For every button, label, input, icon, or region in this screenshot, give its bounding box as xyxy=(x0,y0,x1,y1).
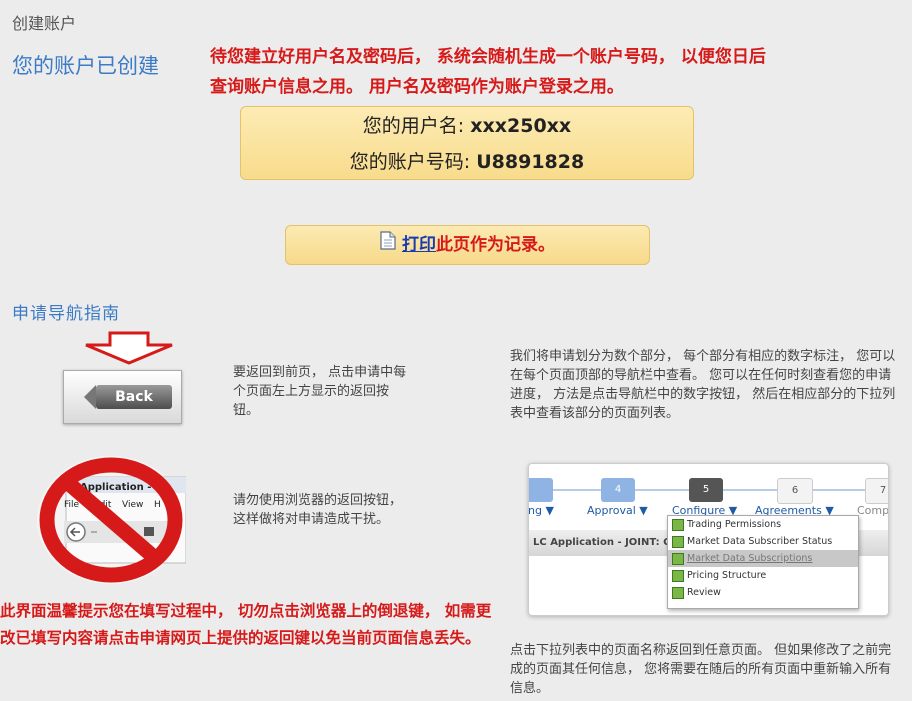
step-badge-3 xyxy=(529,478,553,502)
browser-menu-file: File xyxy=(64,500,80,510)
dropdown-item: Pricing Structure xyxy=(668,567,858,584)
back-button-sample: Back xyxy=(84,385,172,409)
page-icon xyxy=(672,518,684,531)
account-number-value: U8891828 xyxy=(476,151,585,173)
page-icon xyxy=(672,569,684,582)
step-badge-5: 5 xyxy=(689,478,723,502)
document-icon xyxy=(380,226,396,264)
dropdown-tip: 点击下拉列表中的页面名称返回到任意页面。 但如果修改了之前完成的页面其任何信息，… xyxy=(510,643,892,696)
dropdown-item: Trading Permissions xyxy=(668,516,858,533)
step-label-4: Approval ▼ xyxy=(587,504,648,517)
print-link[interactable]: 打印 xyxy=(402,235,436,255)
page-title: 创建账户 xyxy=(12,14,77,33)
sections-tip: 我们将申请划分为数个部分， 每个部分有相应的数字标注， 您可以在每个页面顶部的导… xyxy=(510,349,896,421)
step-badge-6: 6 xyxy=(777,478,813,504)
browser-title-text: Application - xyxy=(80,482,151,493)
username-row: 您的用户名: xxx250xx xyxy=(241,107,693,143)
no-browser-back-icon: Application - File Edit View H xyxy=(37,456,186,584)
page-icon xyxy=(672,552,684,565)
account-number-label: 您的账户号码: xyxy=(349,151,477,173)
print-record-box: 打印此页作为记录。 xyxy=(285,225,650,265)
dropdown-item: Market Data Subscriber Status xyxy=(668,533,858,550)
account-info-box: 您的用户名: xxx250xx 您的账户号码: U8891828 xyxy=(240,106,694,180)
username-value: xxx250xx xyxy=(470,115,572,137)
back-button-tip: 要返回到前页， 点击申请中每个页面左上方显示的返回按钮。 xyxy=(233,365,407,418)
step-badge-4: 4 xyxy=(601,478,635,502)
section-dropdown: Trading Permissions Market Data Subscrib… xyxy=(667,515,859,609)
dropdown-item: Review xyxy=(668,584,858,601)
navigation-guide-heading: 申请导航指南 xyxy=(12,304,120,324)
account-number-row: 您的账户号码: U8891828 xyxy=(241,143,693,179)
username-label: 您的用户名: xyxy=(362,115,471,137)
step-label-3: ing ▼ xyxy=(528,504,554,517)
dropdown-item-selected: Market Data Subscriptions xyxy=(668,550,858,567)
arrow-down-icon xyxy=(85,331,173,365)
navigation-bar-illustration: 4 5 6 7 ing ▼ Approval ▼ Configure ▼ Agr… xyxy=(528,463,889,616)
step-label-7: Comp xyxy=(857,504,889,517)
browser-menu-help: H xyxy=(154,500,161,510)
browser-back-tip: 请勿使用浏览器的返回按钮， 这样做将对申请造成干扰。 xyxy=(233,493,403,527)
browser-menu-view: View xyxy=(122,500,143,510)
account-created-heading: 您的账户已创建 xyxy=(12,54,159,78)
account-info-note: 待您建立好用户名及密码后， 系统会随机生成一个账户号码， 以便您日后查询账户信息… xyxy=(210,47,766,97)
page-icon xyxy=(672,586,684,599)
back-button-illustration: Back xyxy=(63,370,182,424)
step-badge-7: 7 xyxy=(865,478,888,504)
page-icon xyxy=(672,535,684,548)
warning-note: 此界面温馨提示您在填写过程中， 切勿点击浏览器上的倒退键， 如需更改已填写内容请… xyxy=(0,602,492,647)
print-link-suffix: 此页作为记录。 xyxy=(436,235,555,255)
